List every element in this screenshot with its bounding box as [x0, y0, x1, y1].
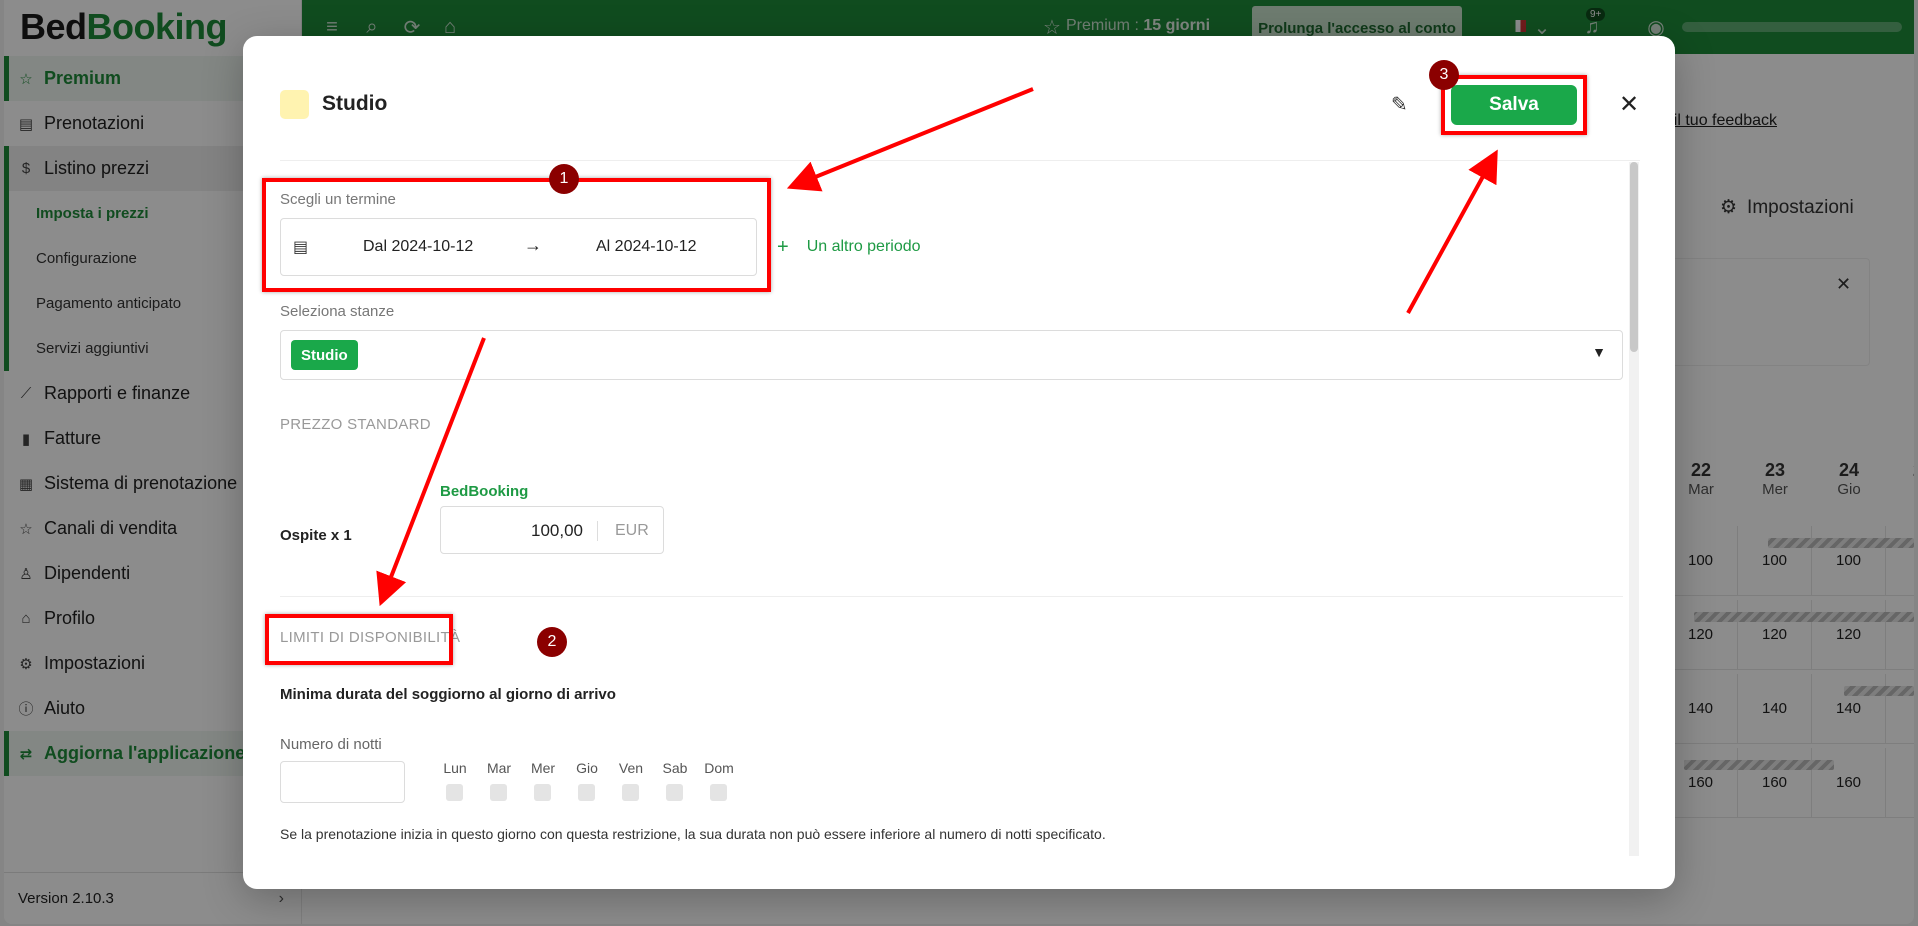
- arrow-to-date: [786, 87, 1034, 192]
- arrow-to-save: [1406, 149, 1498, 314]
- arrow-to-limits: [376, 337, 486, 607]
- annotation-arrows: [376, 87, 1498, 607]
